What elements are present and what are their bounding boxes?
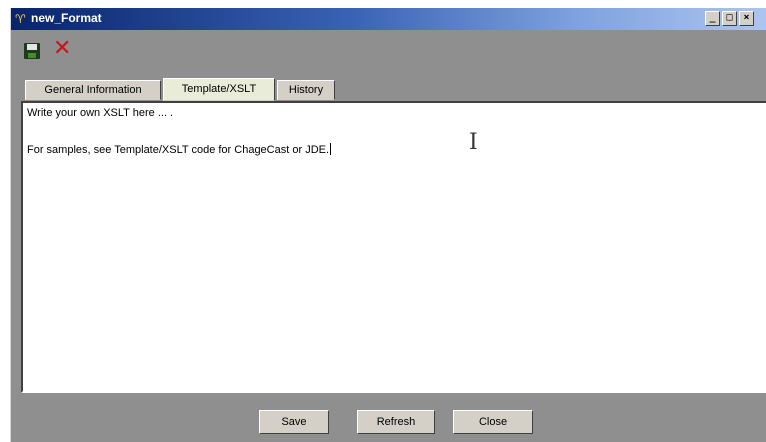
save-button[interactable]: Save	[259, 410, 329, 434]
save-icon	[24, 43, 40, 59]
minimize-button[interactable]: _	[705, 11, 720, 26]
refresh-button[interactable]: Refresh	[357, 410, 435, 434]
button-bar: Save Refresh Close	[11, 400, 766, 442]
close-button[interactable]: Close	[453, 410, 533, 434]
window-title: new_Format	[31, 11, 102, 25]
xslt-editor[interactable]: Write your own XSLT here ... . For sampl…	[21, 101, 766, 393]
editor-line-3: For samples, see Template/XSLT code for …	[27, 143, 332, 156]
toolbar: ✕	[11, 30, 766, 70]
maximize-button[interactable]: □	[722, 11, 737, 26]
toolbar-close-button[interactable]: ✕	[51, 36, 73, 62]
format-window: ♈ new_Format _ □ × ✕ General Information…	[10, 8, 766, 442]
editor-line-1: Write your own XSLT here ... .	[27, 107, 174, 119]
editor-line-3-text: For samples, see Template/XSLT code for …	[27, 144, 330, 156]
app-icon: ♈	[15, 12, 26, 26]
toolbar-save-button[interactable]	[21, 40, 43, 62]
ibeam-cursor-icon: I	[469, 130, 478, 155]
tab-general-information[interactable]: General Information	[25, 80, 161, 100]
text-caret	[330, 143, 332, 155]
window-close-button[interactable]: ×	[739, 11, 754, 26]
close-icon: ✕	[53, 36, 72, 61]
tab-template-xslt[interactable]: Template/XSLT	[163, 78, 275, 101]
tab-history[interactable]: History	[277, 80, 335, 100]
title-bar[interactable]: ♈ new_Format _ □ ×	[11, 8, 766, 30]
